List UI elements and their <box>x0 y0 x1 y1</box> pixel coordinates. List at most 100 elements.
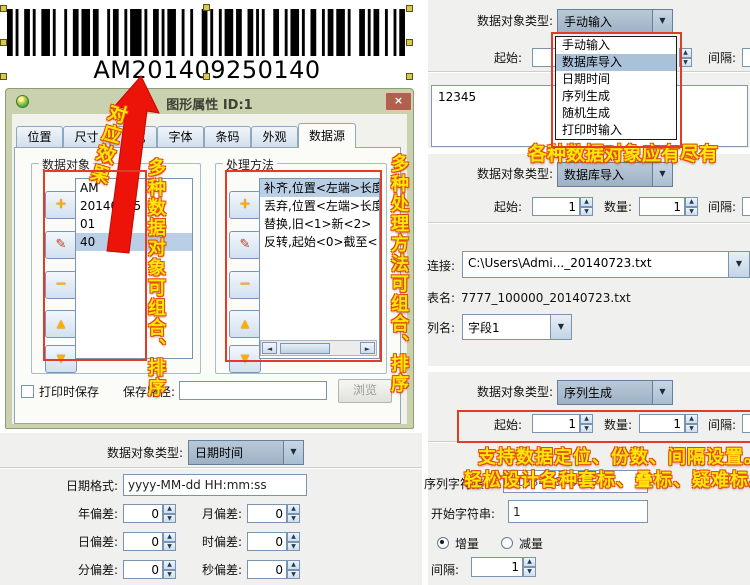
dropdown-item[interactable]: 日期时间 <box>556 71 676 88</box>
spinner-buttons[interactable]: ▲▼ <box>287 532 300 551</box>
list-item[interactable]: 替换,旧<1>新<2> <box>260 215 379 233</box>
scroll-right-icon[interactable]: ► <box>360 342 375 354</box>
interval-field[interactable] <box>742 48 750 67</box>
minute-offset-field[interactable]: 0 <box>123 560 163 579</box>
list-item[interactable]: 01 <box>76 215 192 233</box>
manual-type-combo[interactable]: 手动输入 ▼ <box>557 9 673 34</box>
chevron-down-icon[interactable]: ▼ <box>652 163 672 186</box>
browse-button[interactable]: 浏览 <box>338 379 392 403</box>
list-item-selected[interactable]: 40 <box>76 233 192 251</box>
print-save-checkbox[interactable] <box>21 385 34 398</box>
tab-datasource[interactable]: 数据源 <box>298 123 356 148</box>
move-method-up-button[interactable]: ▲ <box>229 310 261 338</box>
type-label: 数据对象类型: <box>88 446 183 460</box>
connection-combo[interactable]: C:\Users\Admi..._20140723.txt ▼ <box>462 251 750 278</box>
combo-value: 序列生成 <box>564 384 612 401</box>
chevron-down-icon[interactable]: ▼ <box>550 315 571 339</box>
pencil-icon: ✎ <box>240 237 251 252</box>
spinner-buttons[interactable]: ▲▼ <box>287 560 300 579</box>
selection-handle[interactable] <box>0 73 7 80</box>
date-format-input[interactable] <box>123 474 307 496</box>
spinner-buttons[interactable]: ▲▼ <box>679 48 692 67</box>
chevron-down-icon[interactable]: ▼ <box>728 252 749 277</box>
day-offset-field[interactable]: 0 <box>123 532 163 551</box>
serial-interval-field[interactable]: 1 <box>471 557 523 577</box>
dropdown-item[interactable]: 随机生成 <box>556 105 676 122</box>
minus-icon: − <box>239 276 251 292</box>
tab-font[interactable]: 字体 <box>157 126 204 147</box>
spinner-buttons[interactable]: ▲▼ <box>163 504 176 523</box>
dropdown-item[interactable]: 手动输入 <box>556 37 676 54</box>
move-object-up-button[interactable]: ▲ <box>45 310 77 338</box>
decrement-radio[interactable] <box>501 537 513 549</box>
count-field[interactable]: 1 <box>639 197 685 216</box>
dropdown-item[interactable]: 序列生成 <box>556 88 676 105</box>
data-objects-list[interactable]: AM 20140925 01 40 <box>75 178 193 359</box>
chevron-down-icon[interactable]: ▼ <box>652 381 672 404</box>
arrow-down-icon: ▼ <box>241 352 249 365</box>
combo-value: C:\Users\Admi..._20140723.txt <box>468 256 652 270</box>
hour-offset-field[interactable]: 0 <box>247 532 287 551</box>
add-object-button[interactable]: + <box>45 191 77 219</box>
spinner-buttons[interactable]: ▲▼ <box>163 532 176 551</box>
selection-handle[interactable] <box>203 4 210 11</box>
selection-handle[interactable] <box>203 73 210 80</box>
move-method-down-button[interactable]: ▼ <box>229 345 261 373</box>
spinner-buttons[interactable]: ▲▼ <box>523 557 536 577</box>
chevron-down-icon[interactable]: ▼ <box>283 441 303 464</box>
increment-radio[interactable] <box>437 537 449 549</box>
month-offset-field[interactable]: 0 <box>247 504 287 523</box>
list-item[interactable]: 20140925 <box>76 197 192 215</box>
list-item-selected[interactable]: 补齐,位置<左端>长度< <box>260 179 379 197</box>
column-combo[interactable]: 字段1 ▼ <box>462 314 572 340</box>
spinner-buttons[interactable]: ▲▼ <box>163 560 176 579</box>
combo-value: 手动输入 <box>564 13 612 30</box>
minute-offset-label: 分偏差: <box>58 563 118 577</box>
dropdown-item[interactable]: 打印时输入 <box>556 122 676 139</box>
tab-position[interactable]: 位置 <box>16 126 63 147</box>
dialog-title: 图形属性 ID:1 <box>6 94 413 113</box>
save-path-input[interactable] <box>179 381 327 400</box>
scrollbar-thumb[interactable] <box>280 343 330 354</box>
list-item[interactable]: 反转,起始<0>截至<16 <box>260 233 379 251</box>
decrement-label: 减量 <box>519 537 543 551</box>
horizontal-scrollbar[interactable]: ◄ ► <box>260 340 377 356</box>
year-offset-field[interactable]: 0 <box>123 504 163 523</box>
close-icon[interactable]: × <box>385 92 412 111</box>
scroll-left-icon[interactable]: ◄ <box>262 342 277 354</box>
tab-appearance[interactable]: 外观 <box>251 126 298 147</box>
edit-method-button[interactable]: ✎ <box>229 231 261 259</box>
interval-field[interactable] <box>742 197 750 216</box>
selection-handle[interactable] <box>0 5 7 12</box>
add-method-button[interactable]: + <box>229 191 261 219</box>
list-item[interactable]: 丢弃,位置<左端>长度< <box>260 197 379 215</box>
selection-handle[interactable] <box>406 39 413 46</box>
month-offset-label: 月偏差: <box>182 507 242 521</box>
type-dropdown-list[interactable]: 手动输入 数据库导入 日期时间 序列生成 随机生成 打印时输入 <box>555 36 677 140</box>
serial-type-combo[interactable]: 序列生成 ▼ <box>557 380 673 405</box>
remove-method-button[interactable]: − <box>229 271 261 299</box>
move-object-down-button[interactable]: ▼ <box>45 345 77 373</box>
edit-object-button[interactable]: ✎ <box>45 231 77 259</box>
datetime-type-combo[interactable]: 日期时间 ▼ <box>188 440 304 465</box>
selection-handle[interactable] <box>0 39 7 46</box>
tab-barcode[interactable]: 条码 <box>204 126 251 147</box>
remove-object-button[interactable]: − <box>45 271 77 299</box>
column-name-label: 列名: <box>427 321 455 335</box>
count-label: 数量: <box>588 418 632 432</box>
dropdown-item-highlighted[interactable]: 数据库导入 <box>556 54 676 71</box>
start-string-input[interactable] <box>508 500 648 523</box>
selection-handle[interactable] <box>406 73 413 80</box>
interval-field[interactable] <box>742 414 750 433</box>
spinner-buttons[interactable]: ▲▼ <box>287 504 300 523</box>
methods-list[interactable]: 补齐,位置<左端>长度< 丢弃,位置<左端>长度< 替换,旧<1>新<2> 反转… <box>259 178 380 359</box>
start-field[interactable]: 1 <box>532 197 580 216</box>
count-field[interactable]: 1 <box>639 414 685 433</box>
start-field[interactable]: 1 <box>532 414 580 433</box>
second-offset-field[interactable]: 0 <box>247 560 287 579</box>
year-offset-label: 年偏差: <box>58 507 118 521</box>
chevron-down-icon[interactable]: ▼ <box>652 10 672 33</box>
properties-dialog: 图形属性 ID:1 × 位置 尺寸 样式 字体 条码 外观 数据源 数据对象 +… <box>5 88 414 429</box>
barcode-bars[interactable] <box>0 5 415 60</box>
selection-handle[interactable] <box>406 5 413 12</box>
